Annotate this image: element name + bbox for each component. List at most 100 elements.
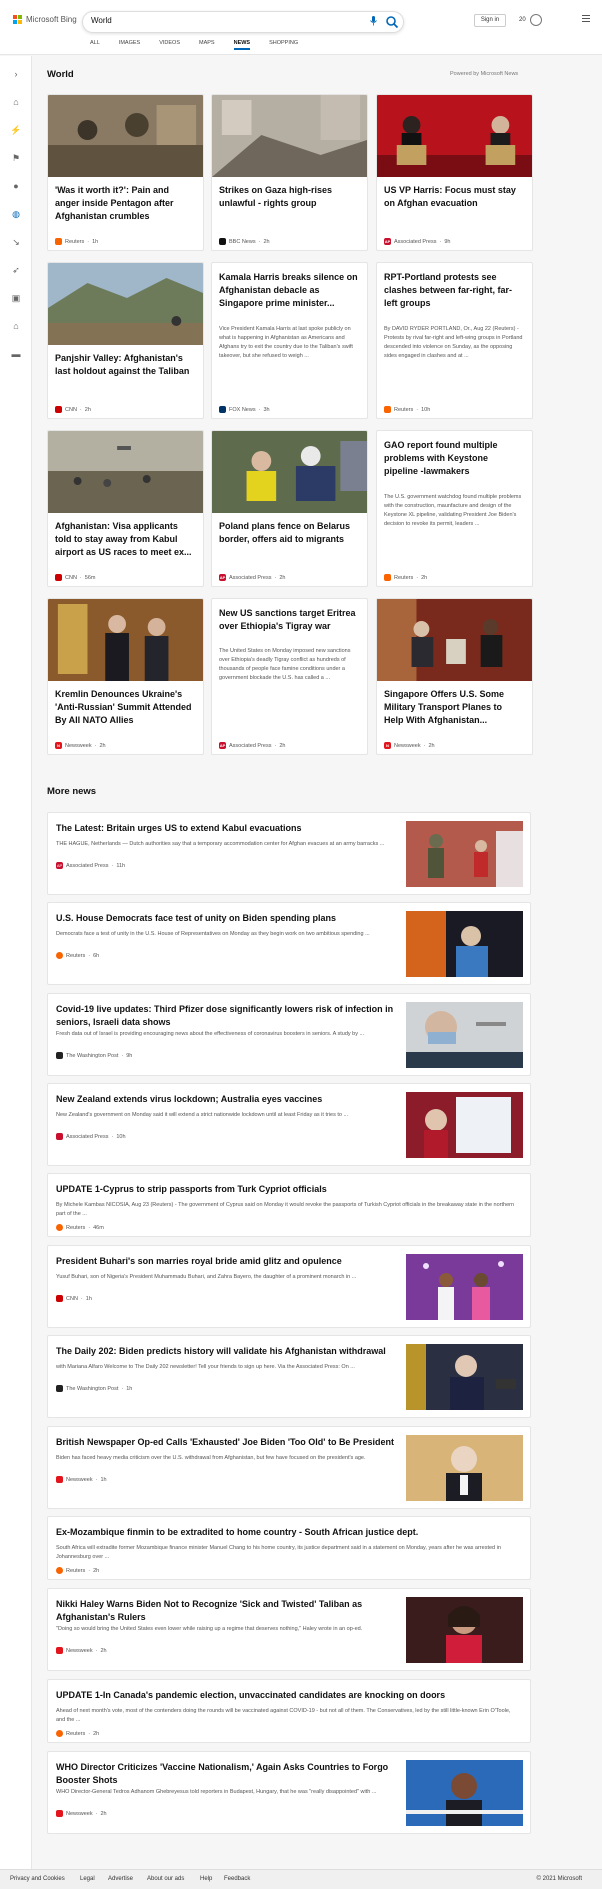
entertainment-icon[interactable]: ▣ — [10, 292, 22, 304]
footer-link-about-ads[interactable]: About our ads — [147, 1876, 184, 1882]
card-source: Reuters · 10h — [384, 406, 430, 413]
list-item-title[interactable]: Ex-Mozambique finmin to be extradited to… — [56, 1526, 516, 1539]
list-item-source: Reuters · 6h — [56, 952, 99, 959]
news-list-item[interactable]: Nikki Haley Warns Biden Not to Recognize… — [47, 1588, 531, 1671]
search-icon[interactable] — [385, 15, 399, 29]
news-list-item[interactable]: WHO Director Criticizes 'Vaccine Nationa… — [47, 1751, 531, 1834]
reuters-logo-icon — [56, 1224, 63, 1231]
list-item-title[interactable]: The Daily 202: Biden predicts history wi… — [56, 1345, 396, 1358]
tab-shopping[interactable]: SHOPPING — [269, 40, 298, 50]
list-item-thumbnail — [406, 1002, 523, 1068]
news-list-item[interactable]: UPDATE 1-In Canada's pandemic election, … — [47, 1679, 531, 1743]
card-description: Vice President Kamala Harris at last spo… — [219, 326, 353, 359]
news-card[interactable]: Strikes on Gaza high-rises unlawful - ri… — [211, 94, 368, 251]
search-input[interactable] — [91, 16, 351, 25]
card-title[interactable]: New US sanctions target Eritrea over Eth… — [219, 607, 359, 633]
card-title[interactable]: Kremlin Denounces Ukraine's 'Anti-Russia… — [55, 688, 195, 727]
list-item-title[interactable]: UPDATE 1-Cyprus to strip passports from … — [56, 1183, 516, 1196]
flag-icon[interactable]: ⚑ — [10, 152, 22, 164]
card-title[interactable]: Kamala Harris breaks silence on Afghanis… — [219, 271, 359, 310]
card-title[interactable]: 'Was it worth it?': Pain and anger insid… — [55, 184, 195, 223]
footer-link-legal[interactable]: Legal — [80, 1876, 95, 1882]
card-description: By DAVID RYDER PORTLAND, Or., Aug 22 (Re… — [384, 326, 523, 359]
news-list-item[interactable]: UPDATE 1-Cyprus to strip passports from … — [47, 1173, 531, 1237]
footer-link-advertise[interactable]: Advertise — [108, 1876, 133, 1882]
news-list-item[interactable]: The Daily 202: Biden predicts history wi… — [47, 1335, 531, 1418]
sign-in-button[interactable]: Sign in — [474, 14, 506, 27]
money-icon[interactable]: ▬ — [10, 348, 22, 360]
list-item-title[interactable]: British Newspaper Op-ed Calls 'Exhausted… — [56, 1436, 396, 1449]
tab-maps[interactable]: MAPS — [199, 40, 215, 50]
reuters-logo-icon — [384, 406, 391, 413]
news-card[interactable]: 'Was it worth it?': Pain and anger insid… — [47, 94, 204, 251]
top-header: Microsoft Bing ALL IMAGES VIDEOS MAPS NE… — [0, 0, 602, 55]
news-card[interactable]: Kremlin Denounces Ukraine's 'Anti-Russia… — [47, 598, 204, 755]
trending-icon[interactable]: ⚡ — [10, 124, 22, 136]
washington-post-logo-icon — [56, 1052, 63, 1059]
tab-all[interactable]: ALL — [90, 40, 100, 50]
card-title[interactable]: Panjshir Valley: Afghanistan's last hold… — [55, 352, 195, 378]
footer-link-privacy[interactable]: Privacy and Cookies — [10, 1876, 65, 1882]
news-list-item[interactable]: British Newspaper Op-ed Calls 'Exhausted… — [47, 1426, 531, 1509]
microsoft-logo-icon — [13, 15, 22, 24]
copyright-text: © 2021 Microsoft — [536, 1876, 582, 1882]
list-item-description: "Doing so would bring the United States … — [56, 1626, 363, 1632]
list-item-title[interactable]: New Zealand extends virus lockdown; Aust… — [56, 1093, 396, 1106]
politics-icon[interactable]: ⌂ — [10, 320, 22, 332]
news-card[interactable]: Afghanistan: Visa applicants told to sta… — [47, 430, 204, 587]
globe-icon[interactable]: ◍ — [10, 208, 22, 220]
microphone-icon[interactable] — [370, 16, 377, 28]
list-item-title[interactable]: The Latest: Britain urges US to extend K… — [56, 822, 396, 835]
chart-icon[interactable]: ↘ — [10, 236, 22, 248]
tab-videos[interactable]: VIDEOS — [159, 40, 180, 50]
list-item-title[interactable]: Nikki Haley Warns Biden Not to Recognize… — [56, 1598, 396, 1624]
list-item-description: Democrats face a test of unity in the U.… — [56, 931, 370, 937]
news-list-item[interactable]: U.S. House Democrats face test of unity … — [47, 902, 531, 985]
news-card[interactable]: Singapore Offers U.S. Some Military Tran… — [376, 598, 533, 755]
news-list-item[interactable]: Ex-Mozambique finmin to be extradited to… — [47, 1516, 531, 1580]
card-title[interactable]: Strikes on Gaza high-rises unlawful - ri… — [219, 184, 359, 210]
card-title[interactable]: Singapore Offers U.S. Some Military Tran… — [384, 688, 524, 727]
footer-link-help[interactable]: Help — [200, 1876, 212, 1882]
news-card[interactable]: US VP Harris: Focus must stay on Afghan … — [376, 94, 533, 251]
rewards-points[interactable]: 20 — [519, 17, 526, 23]
list-item-title[interactable]: WHO Director Criticizes 'Vaccine Nationa… — [56, 1761, 396, 1787]
news-card[interactable]: RPT-Portland protests see clashes betwee… — [376, 262, 533, 419]
expand-chevron-icon[interactable]: › — [10, 68, 22, 80]
tab-images[interactable]: IMAGES — [119, 40, 140, 50]
card-image — [377, 599, 532, 681]
news-card[interactable]: Kamala Harris breaks silence on Afghanis… — [211, 262, 368, 419]
card-image — [48, 599, 203, 681]
tab-news[interactable]: NEWS — [233, 40, 250, 50]
section-title-more-news: More news — [47, 786, 97, 797]
card-title[interactable]: Afghanistan: Visa applicants told to sta… — [55, 520, 195, 559]
list-item-thumbnail — [406, 1254, 523, 1320]
card-title[interactable]: US VP Harris: Focus must stay on Afghan … — [384, 184, 524, 210]
news-list-item[interactable]: The Latest: Britain urges US to extend K… — [47, 812, 531, 895]
list-item-title[interactable]: U.S. House Democrats face test of unity … — [56, 912, 396, 925]
news-list-item[interactable]: President Buhari's son marries royal bri… — [47, 1245, 531, 1328]
card-title[interactable]: GAO report found multiple problems with … — [384, 439, 524, 478]
news-card[interactable]: GAO report found multiple problems with … — [376, 430, 533, 587]
list-item-description: New Zealand's government on Monday said … — [56, 1112, 349, 1118]
home-icon[interactable]: ⌂ — [10, 96, 22, 108]
list-item-title[interactable]: Covid-19 live updates: Third Pfizer dose… — [56, 1003, 396, 1029]
location-pin-icon[interactable]: ● — [10, 180, 22, 192]
footer-link-feedback[interactable]: Feedback — [224, 1876, 250, 1882]
news-list-item[interactable]: New Zealand extends virus lockdown; Aust… — [47, 1083, 531, 1166]
hamburger-menu-icon[interactable] — [582, 15, 590, 24]
list-item-source: Newsweek · 1h — [56, 1476, 107, 1483]
list-item-thumbnail — [406, 911, 523, 977]
list-item-title[interactable]: President Buhari's son marries royal bri… — [56, 1255, 396, 1268]
list-item-title[interactable]: UPDATE 1-In Canada's pandemic election, … — [56, 1689, 516, 1702]
card-title[interactable]: Poland plans fence on Belarus border, of… — [219, 520, 359, 546]
news-card[interactable]: Panjshir Valley: Afghanistan's last hold… — [47, 262, 204, 419]
news-card[interactable]: Poland plans fence on Belarus border, of… — [211, 430, 368, 587]
rocket-icon[interactable]: ➶ — [10, 264, 22, 276]
rewards-medal-icon[interactable] — [530, 14, 542, 26]
list-item-description: By Michele Kambas NICOSIA, Aug 23 (Reute… — [56, 1202, 515, 1217]
card-title[interactable]: RPT-Portland protests see clashes betwee… — [384, 271, 524, 310]
news-list-item[interactable]: Covid-19 live updates: Third Pfizer dose… — [47, 993, 531, 1076]
news-card[interactable]: New US sanctions target Eritrea over Eth… — [211, 598, 368, 755]
bing-logo[interactable]: Microsoft Bing — [13, 15, 77, 24]
